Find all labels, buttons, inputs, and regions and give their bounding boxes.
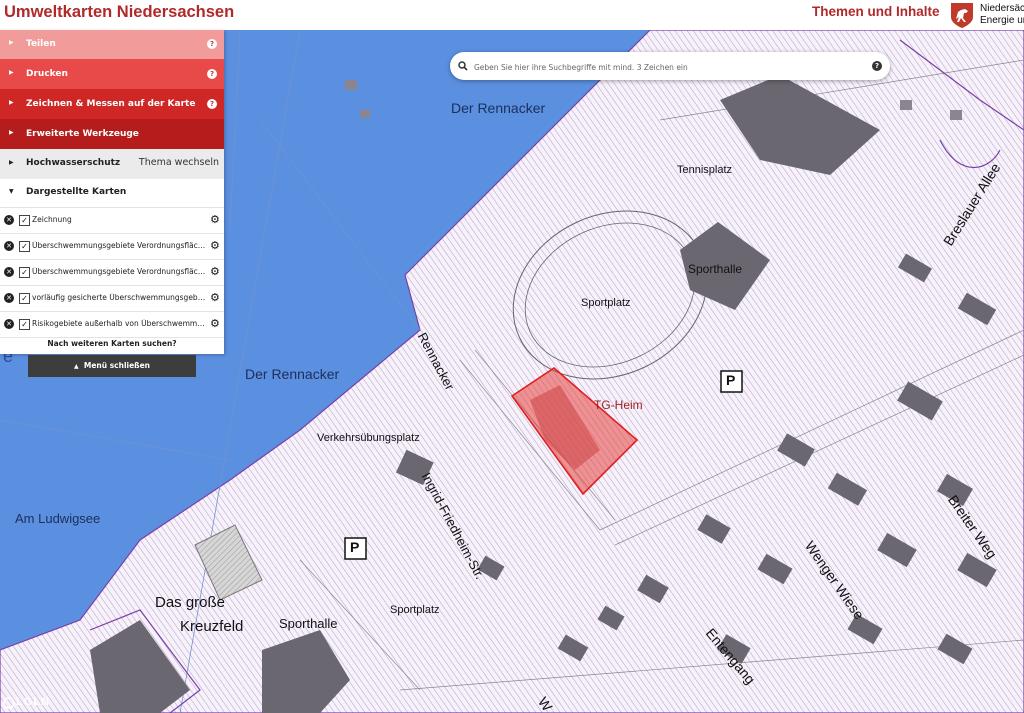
topic-row[interactable]: ▶ Hochwasserschutz Thema wechseln: [0, 149, 224, 179]
parking-icon-right: P: [726, 372, 736, 388]
chevron-up-icon: ▲: [74, 363, 79, 370]
map-label-tennisplatz: Tennisplatz: [677, 164, 733, 176]
chevron-right-icon: ▶: [9, 39, 14, 46]
remove-layer-icon[interactable]: ✕: [4, 215, 14, 225]
layer-row: ✕ ✓ vorläufig gesicherte Überschwemmungs…: [0, 286, 224, 312]
logo-line-1: Niedersäch: [980, 3, 1024, 14]
layer-checkbox[interactable]: ✓: [19, 319, 30, 330]
attribution-lgln[interactable]: LGLN: [16, 696, 50, 708]
layer-checkbox[interactable]: ✓: [19, 293, 30, 304]
app-title[interactable]: Umweltkarten Niedersachsen: [4, 3, 234, 22]
chevron-right-icon: ▶: [9, 159, 14, 166]
help-icon[interactable]: ?: [207, 99, 217, 109]
lgln-logo-icon: [3, 697, 15, 709]
remove-layer-icon[interactable]: ✕: [4, 293, 14, 303]
map-label-kreuzfeld: Kreuzfeld: [180, 618, 244, 635]
map-label-das-grosse: Das große: [155, 594, 226, 611]
layer-checkbox[interactable]: ✓: [19, 241, 30, 252]
search-input[interactable]: [472, 57, 866, 77]
search-help-icon[interactable]: ?: [872, 61, 882, 71]
map-label-sporthalle-bottom: Sporthalle: [279, 616, 338, 631]
search-icon[interactable]: [458, 61, 468, 71]
map-label-tg-heim: TG-Heim: [594, 398, 643, 412]
layer-row: ✕ ✓ Überschwemmungsgebiete Verordnungsfl…: [0, 234, 224, 260]
themes-link[interactable]: Themen und Inhalte: [812, 4, 940, 19]
map-label-sporthalle-top: Sporthalle: [688, 262, 743, 276]
gear-icon[interactable]: ⚙: [210, 213, 220, 226]
menu-item-zeichnen[interactable]: ▶ Zeichnen & Messen auf der Karte ?: [0, 89, 224, 119]
sidebar-menu: ▶ Teilen ? ▶ Drucken ? ▶ Zeichnen & Mess…: [0, 30, 224, 354]
gear-icon[interactable]: ⚙: [210, 291, 220, 304]
menu-item-teilen[interactable]: ▶ Teilen ?: [0, 30, 224, 59]
map-label-sportplatz-top: Sportplatz: [581, 297, 631, 309]
remove-layer-icon[interactable]: ✕: [4, 267, 14, 277]
gear-icon[interactable]: ⚙: [210, 317, 220, 330]
remove-layer-icon[interactable]: ✕: [4, 319, 14, 329]
chevron-down-icon: ▼: [9, 188, 14, 195]
help-icon[interactable]: ?: [207, 39, 217, 49]
chevron-right-icon: ▶: [9, 129, 14, 136]
menu-item-drucken[interactable]: ▶ Drucken ?: [0, 59, 224, 89]
layer-row: ✕ ✓ Risikogebiete außerhalb von Überschw…: [0, 312, 224, 338]
layer-row: ✕ ✓ Überschwemmungsgebiete Verordnungsfl…: [0, 260, 224, 286]
map-label-sportplatz-bottom: Sportplatz: [390, 604, 440, 616]
map-label-verkehrsuebungsplatz: Verkehrsübungsplatz: [317, 432, 420, 444]
help-icon[interactable]: ?: [207, 69, 217, 79]
chevron-right-icon: ▶: [9, 99, 14, 106]
parking-icon-left: P: [350, 539, 360, 555]
gear-icon[interactable]: ⚙: [210, 239, 220, 252]
layer-row: ✕ ✓ Zeichnung ⚙: [0, 208, 224, 234]
search-bar[interactable]: ?: [450, 52, 890, 80]
layer-checkbox[interactable]: ✓: [19, 267, 30, 278]
map-label-rennacker-mid: Der Rennacker: [245, 366, 340, 382]
layer-checkbox[interactable]: ✓: [19, 215, 30, 226]
more-maps-link[interactable]: Nach weiteren Karten suchen?: [0, 339, 224, 348]
maps-header[interactable]: ▼ Dargestellte Karten: [0, 179, 224, 208]
chevron-right-icon: ▶: [9, 69, 14, 76]
app-header: Umweltkarten Niedersachsen Themen und In…: [0, 0, 1024, 30]
logo-line-2: Energie un: [980, 15, 1024, 26]
menu-item-erweiterte-werkzeuge[interactable]: ▶ Erweiterte Werkzeuge: [0, 119, 224, 149]
topic-label: Hochwasserschutz: [26, 158, 121, 168]
map-label-am-ludwigsee: Am Ludwigsee: [15, 511, 101, 526]
state-logo[interactable]: Niedersäch Energie un: [948, 1, 1024, 29]
close-menu-button[interactable]: ▲ Menü schließen: [28, 355, 196, 377]
horse-crest-icon: [951, 3, 973, 28]
remove-layer-icon[interactable]: ✕: [4, 241, 14, 251]
map-label-rennacker-top: Der Rennacker: [451, 100, 546, 116]
gear-icon[interactable]: ⚙: [210, 265, 220, 278]
switch-topic-link[interactable]: Thema wechseln: [139, 157, 219, 168]
